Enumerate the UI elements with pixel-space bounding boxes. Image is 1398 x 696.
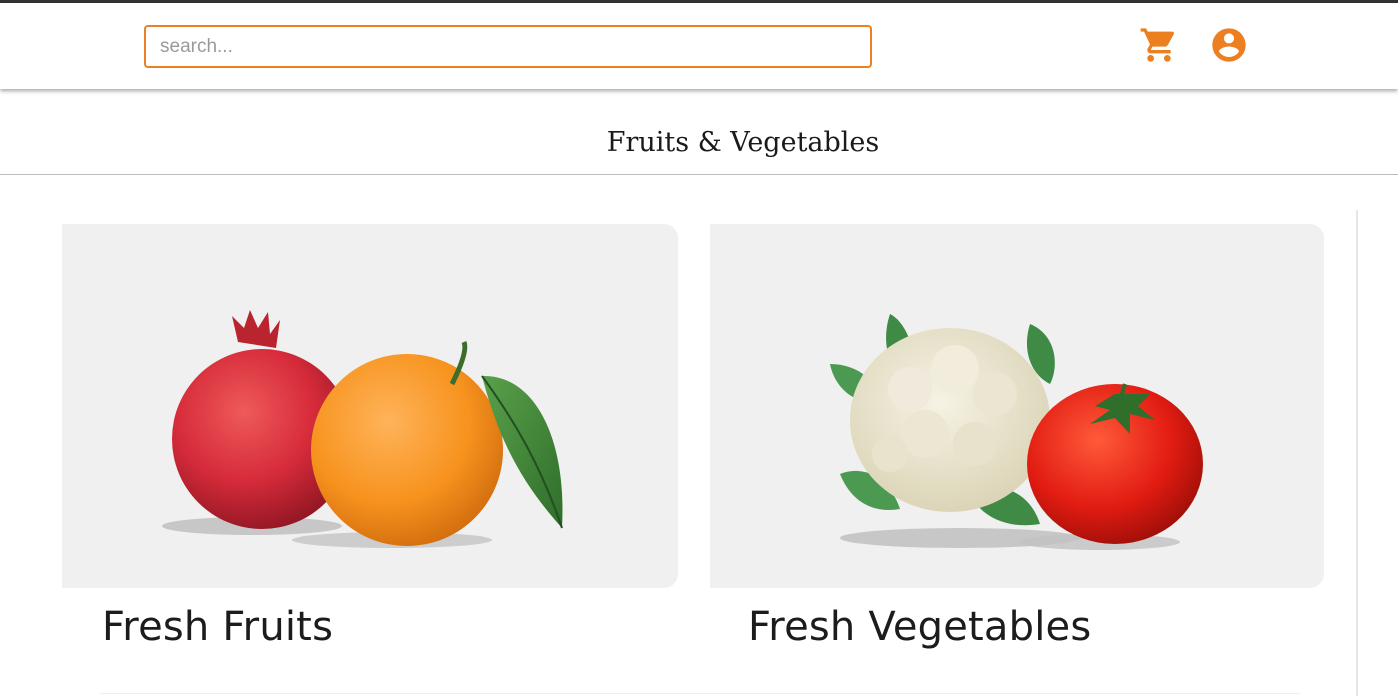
bottom-divider	[100, 693, 1300, 694]
account-circle-icon	[1212, 28, 1246, 62]
search-input[interactable]	[144, 25, 872, 68]
title-divider	[0, 174, 1398, 175]
vegetables-image	[710, 224, 1324, 588]
scroll-edge	[1356, 210, 1358, 696]
account-button[interactable]	[1209, 25, 1249, 65]
header-bar	[0, 3, 1398, 89]
page-title: Fruits & Vegetables	[606, 127, 880, 158]
pomegranate-orange-illustration	[162, 310, 563, 548]
cart-icon	[1140, 28, 1175, 62]
category-card-fresh-fruits[interactable]: Fresh Fruits	[62, 224, 678, 696]
category-card-fresh-vegetables[interactable]: Fresh Vegetables	[710, 224, 1324, 696]
fruits-image	[62, 224, 678, 588]
category-label: Fresh Vegetables	[748, 604, 1092, 650]
cart-button[interactable]	[1139, 25, 1179, 65]
cauliflower-tomato-illustration	[830, 314, 1203, 550]
category-label: Fresh Fruits	[102, 604, 334, 650]
